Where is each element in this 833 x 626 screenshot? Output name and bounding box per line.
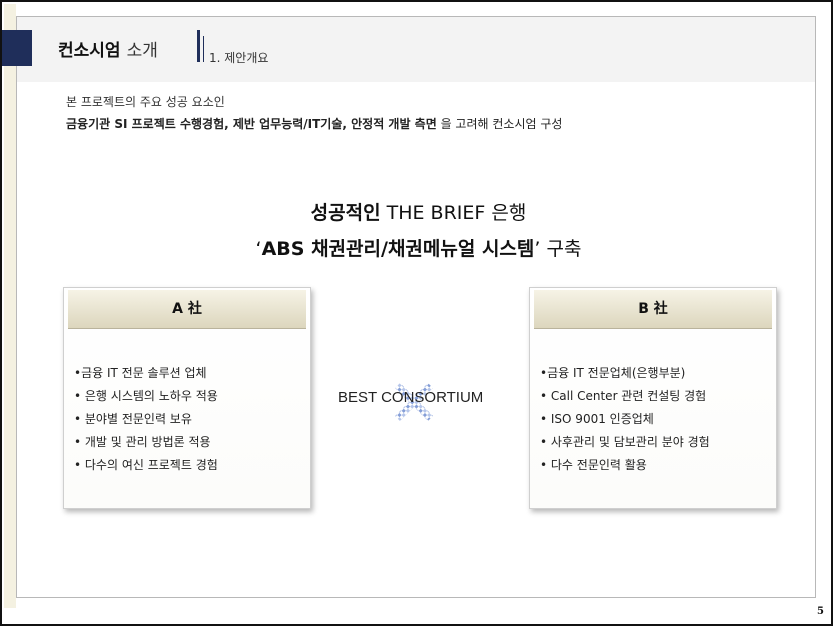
- headline-2-rest: ’ 구축: [534, 238, 582, 260]
- company-a-list: •금융 IT 전문 솔루션 업체 • 은행 시스템의 노하우 적용 • 분야별 …: [74, 362, 218, 477]
- list-item: • 사후관리 및 담보관리 분야 경험: [540, 435, 710, 449]
- company-b-card: B 社 •금융 IT 전문업체(은행부분) • Call Center 관련 컨…: [529, 287, 777, 509]
- title-marker-block: [2, 30, 32, 66]
- company-b-list: •금융 IT 전문업체(은행부분) • Call Center 관련 컨설팅 경…: [540, 362, 710, 477]
- intro-line-2-bold: 금융기관 SI 프로젝트 수행경험, 제반 업무능력/IT기술, 안정적 개발 …: [66, 117, 437, 131]
- list-item: • 다수 전문인력 활용: [540, 458, 647, 472]
- list-item: • ISO 9001 인증업체: [540, 412, 654, 426]
- headline-2-bold: ABS 채권관리/채권메뉴얼 시스템: [261, 238, 535, 260]
- headline-1-bold: 성공적인: [310, 202, 381, 224]
- list-item: • 다수의 여신 프로젝트 경험: [74, 458, 218, 472]
- slide: 컨소시엄 소개 1. 제안개요 본 프로젝트의 주요 성공 요소인 금융기관 SI…: [0, 0, 833, 626]
- company-a-title: A 社: [68, 290, 306, 329]
- intro-line-1: 본 프로젝트의 주요 성공 요소인: [66, 95, 225, 109]
- title-divider-thick: [197, 30, 200, 62]
- page-title: 컨소시엄 소개: [58, 36, 158, 61]
- list-item: • 분야별 전문인력 보유: [74, 412, 192, 426]
- left-margin-strip: [4, 4, 16, 608]
- headline-line-1: 성공적인 THE BRIEF 은행: [2, 198, 831, 225]
- headline-1-rest: THE BRIEF 은행: [380, 202, 527, 224]
- page-number: 5: [817, 606, 824, 617]
- company-b-title: B 社: [534, 290, 772, 329]
- list-item: • Call Center 관련 컨설팅 경험: [540, 389, 707, 403]
- intro-line-2: 금융기관 SI 프로젝트 수행경험, 제반 업무능력/IT기술, 안정적 개발 …: [66, 115, 562, 132]
- page-title-bold: 컨소시엄: [58, 41, 121, 61]
- page-title-rest: 소개: [126, 41, 158, 61]
- list-item: • 은행 시스템의 노하우 적용: [74, 389, 218, 403]
- list-item: •금융 IT 전문업체(은행부분): [540, 366, 686, 380]
- section-label: 1. 제안개요: [209, 51, 269, 65]
- list-item: •금융 IT 전문 솔루션 업체: [74, 366, 207, 380]
- center-label: BEST CONSORTIUM: [338, 389, 484, 406]
- company-a-card: A 社 •금융 IT 전문 솔루션 업체 • 은행 시스템의 노하우 적용 • …: [63, 287, 311, 509]
- headline-line-2: ‘ABS 채권관리/채권메뉴얼 시스템’ 구축: [2, 234, 831, 261]
- intro-line-2-rest: 을 고려해 컨소시엄 구성: [436, 117, 563, 131]
- list-item: • 개발 및 관리 방법론 적용: [74, 435, 211, 449]
- title-divider-thin: [203, 36, 204, 62]
